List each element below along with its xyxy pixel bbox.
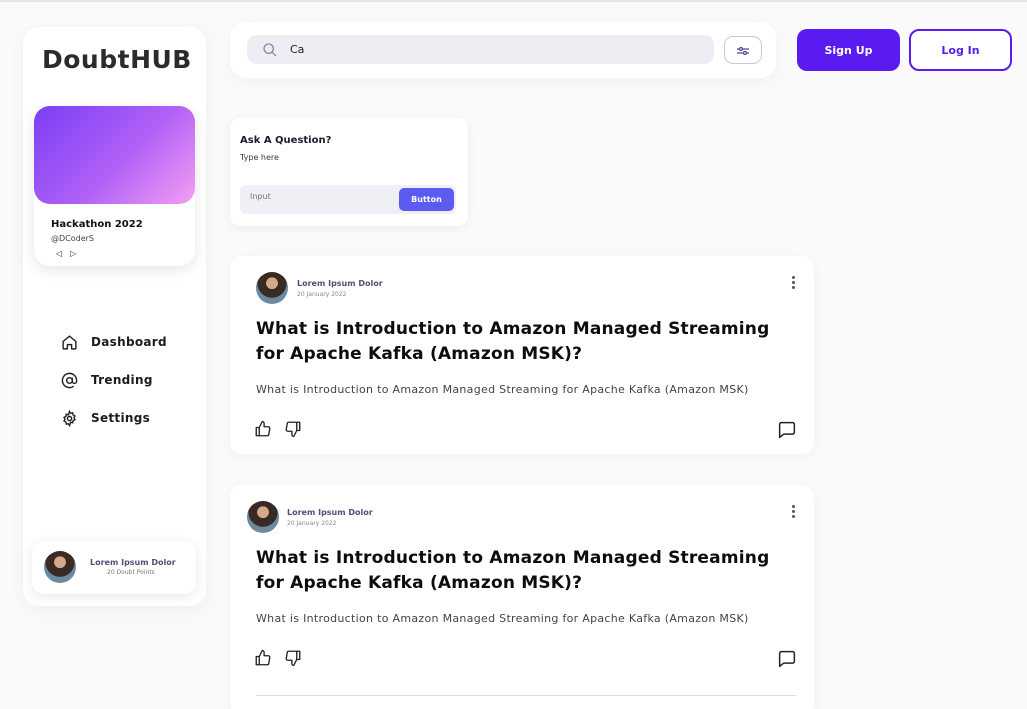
more-options-icon[interactable] bbox=[792, 505, 796, 520]
search-bar bbox=[230, 22, 776, 78]
question-body: What is Introduction to Amazon Managed S… bbox=[256, 383, 749, 396]
sidebar-item-trending[interactable]: Trending bbox=[60, 361, 167, 399]
question-actions bbox=[254, 420, 302, 438]
question-date: 20 January 2022 bbox=[287, 520, 337, 527]
profile-name: Lorem Ipsum Dolor bbox=[90, 558, 176, 567]
question-card[interactable]: Lorem Ipsum Dolor 20 January 2022 What i… bbox=[230, 485, 814, 709]
thumbs-down-icon[interactable] bbox=[284, 649, 302, 667]
filter-button[interactable] bbox=[724, 36, 762, 64]
at-icon bbox=[60, 371, 78, 389]
thumbs-up-icon[interactable] bbox=[254, 649, 272, 667]
event-banner bbox=[34, 106, 195, 204]
question-title[interactable]: What is Introduction to Amazon Managed S… bbox=[256, 546, 796, 596]
question-body: What is Introduction to Amazon Managed S… bbox=[256, 612, 749, 625]
sidebar-item-dashboard[interactable]: Dashboard bbox=[60, 323, 167, 361]
comment-icon[interactable] bbox=[777, 650, 797, 668]
question-card[interactable]: Lorem Ipsum Dolor 20 January 2022 What i… bbox=[230, 256, 814, 454]
question-title[interactable]: What is Introduction to Amazon Managed S… bbox=[256, 317, 796, 367]
sidebar-item-label: Trending bbox=[91, 373, 153, 387]
event-prev-button[interactable]: ◁ bbox=[56, 249, 62, 258]
ask-subtitle: Type here bbox=[240, 153, 279, 162]
ask-question-card: Ask A Question? Type here Button bbox=[230, 118, 468, 226]
avatar bbox=[44, 551, 76, 583]
event-next-button[interactable]: ▷ bbox=[70, 249, 76, 258]
sidebar-item-settings[interactable]: Settings bbox=[60, 399, 167, 437]
top-divider bbox=[0, 0, 1027, 2]
avatar bbox=[247, 501, 279, 533]
question-author[interactable]: Lorem Ipsum Dolor bbox=[287, 508, 373, 517]
search-icon bbox=[262, 42, 278, 62]
ask-title: Ask A Question? bbox=[240, 135, 332, 146]
ask-submit-button[interactable]: Button bbox=[399, 188, 454, 211]
gear-icon bbox=[60, 409, 78, 427]
ask-input[interactable] bbox=[250, 192, 390, 201]
event-handle: @DCoderS bbox=[51, 234, 95, 243]
sign-up-button[interactable]: Sign Up bbox=[797, 29, 900, 71]
avatar bbox=[256, 272, 288, 304]
thumbs-down-icon[interactable] bbox=[284, 420, 302, 438]
event-pagination: ◁ ▷ bbox=[56, 249, 76, 258]
sidebar-item-label: Dashboard bbox=[91, 335, 167, 349]
home-icon bbox=[60, 333, 78, 351]
question-author[interactable]: Lorem Ipsum Dolor bbox=[297, 279, 383, 288]
filter-icon bbox=[737, 41, 749, 60]
sidebar-nav: Dashboard Trending Settings bbox=[60, 323, 167, 437]
app-logo[interactable]: DoubtHUB bbox=[42, 45, 192, 74]
question-date: 20 January 2022 bbox=[297, 291, 347, 298]
profile-points: 20 Doubt Points bbox=[107, 569, 155, 576]
user-profile-card[interactable]: Lorem Ipsum Dolor 20 Doubt Points bbox=[32, 541, 196, 594]
comment-icon[interactable] bbox=[777, 421, 797, 439]
event-card[interactable]: Hackathon 2022 @DCoderS ◁ ▷ bbox=[34, 106, 195, 266]
log-in-button[interactable]: Log In bbox=[909, 29, 1012, 71]
question-actions bbox=[254, 649, 302, 667]
sidebar-item-label: Settings bbox=[91, 411, 151, 425]
more-options-icon[interactable] bbox=[792, 276, 796, 291]
sidebar: DoubtHUB Hackathon 2022 @DCoderS ◁ ▷ Das… bbox=[23, 27, 206, 606]
ask-input-wrap: Button bbox=[240, 185, 456, 214]
thumbs-up-icon[interactable] bbox=[254, 420, 272, 438]
card-divider bbox=[256, 695, 796, 696]
search-input[interactable] bbox=[290, 41, 690, 58]
search-field bbox=[247, 35, 714, 64]
event-title: Hackathon 2022 bbox=[51, 219, 143, 230]
